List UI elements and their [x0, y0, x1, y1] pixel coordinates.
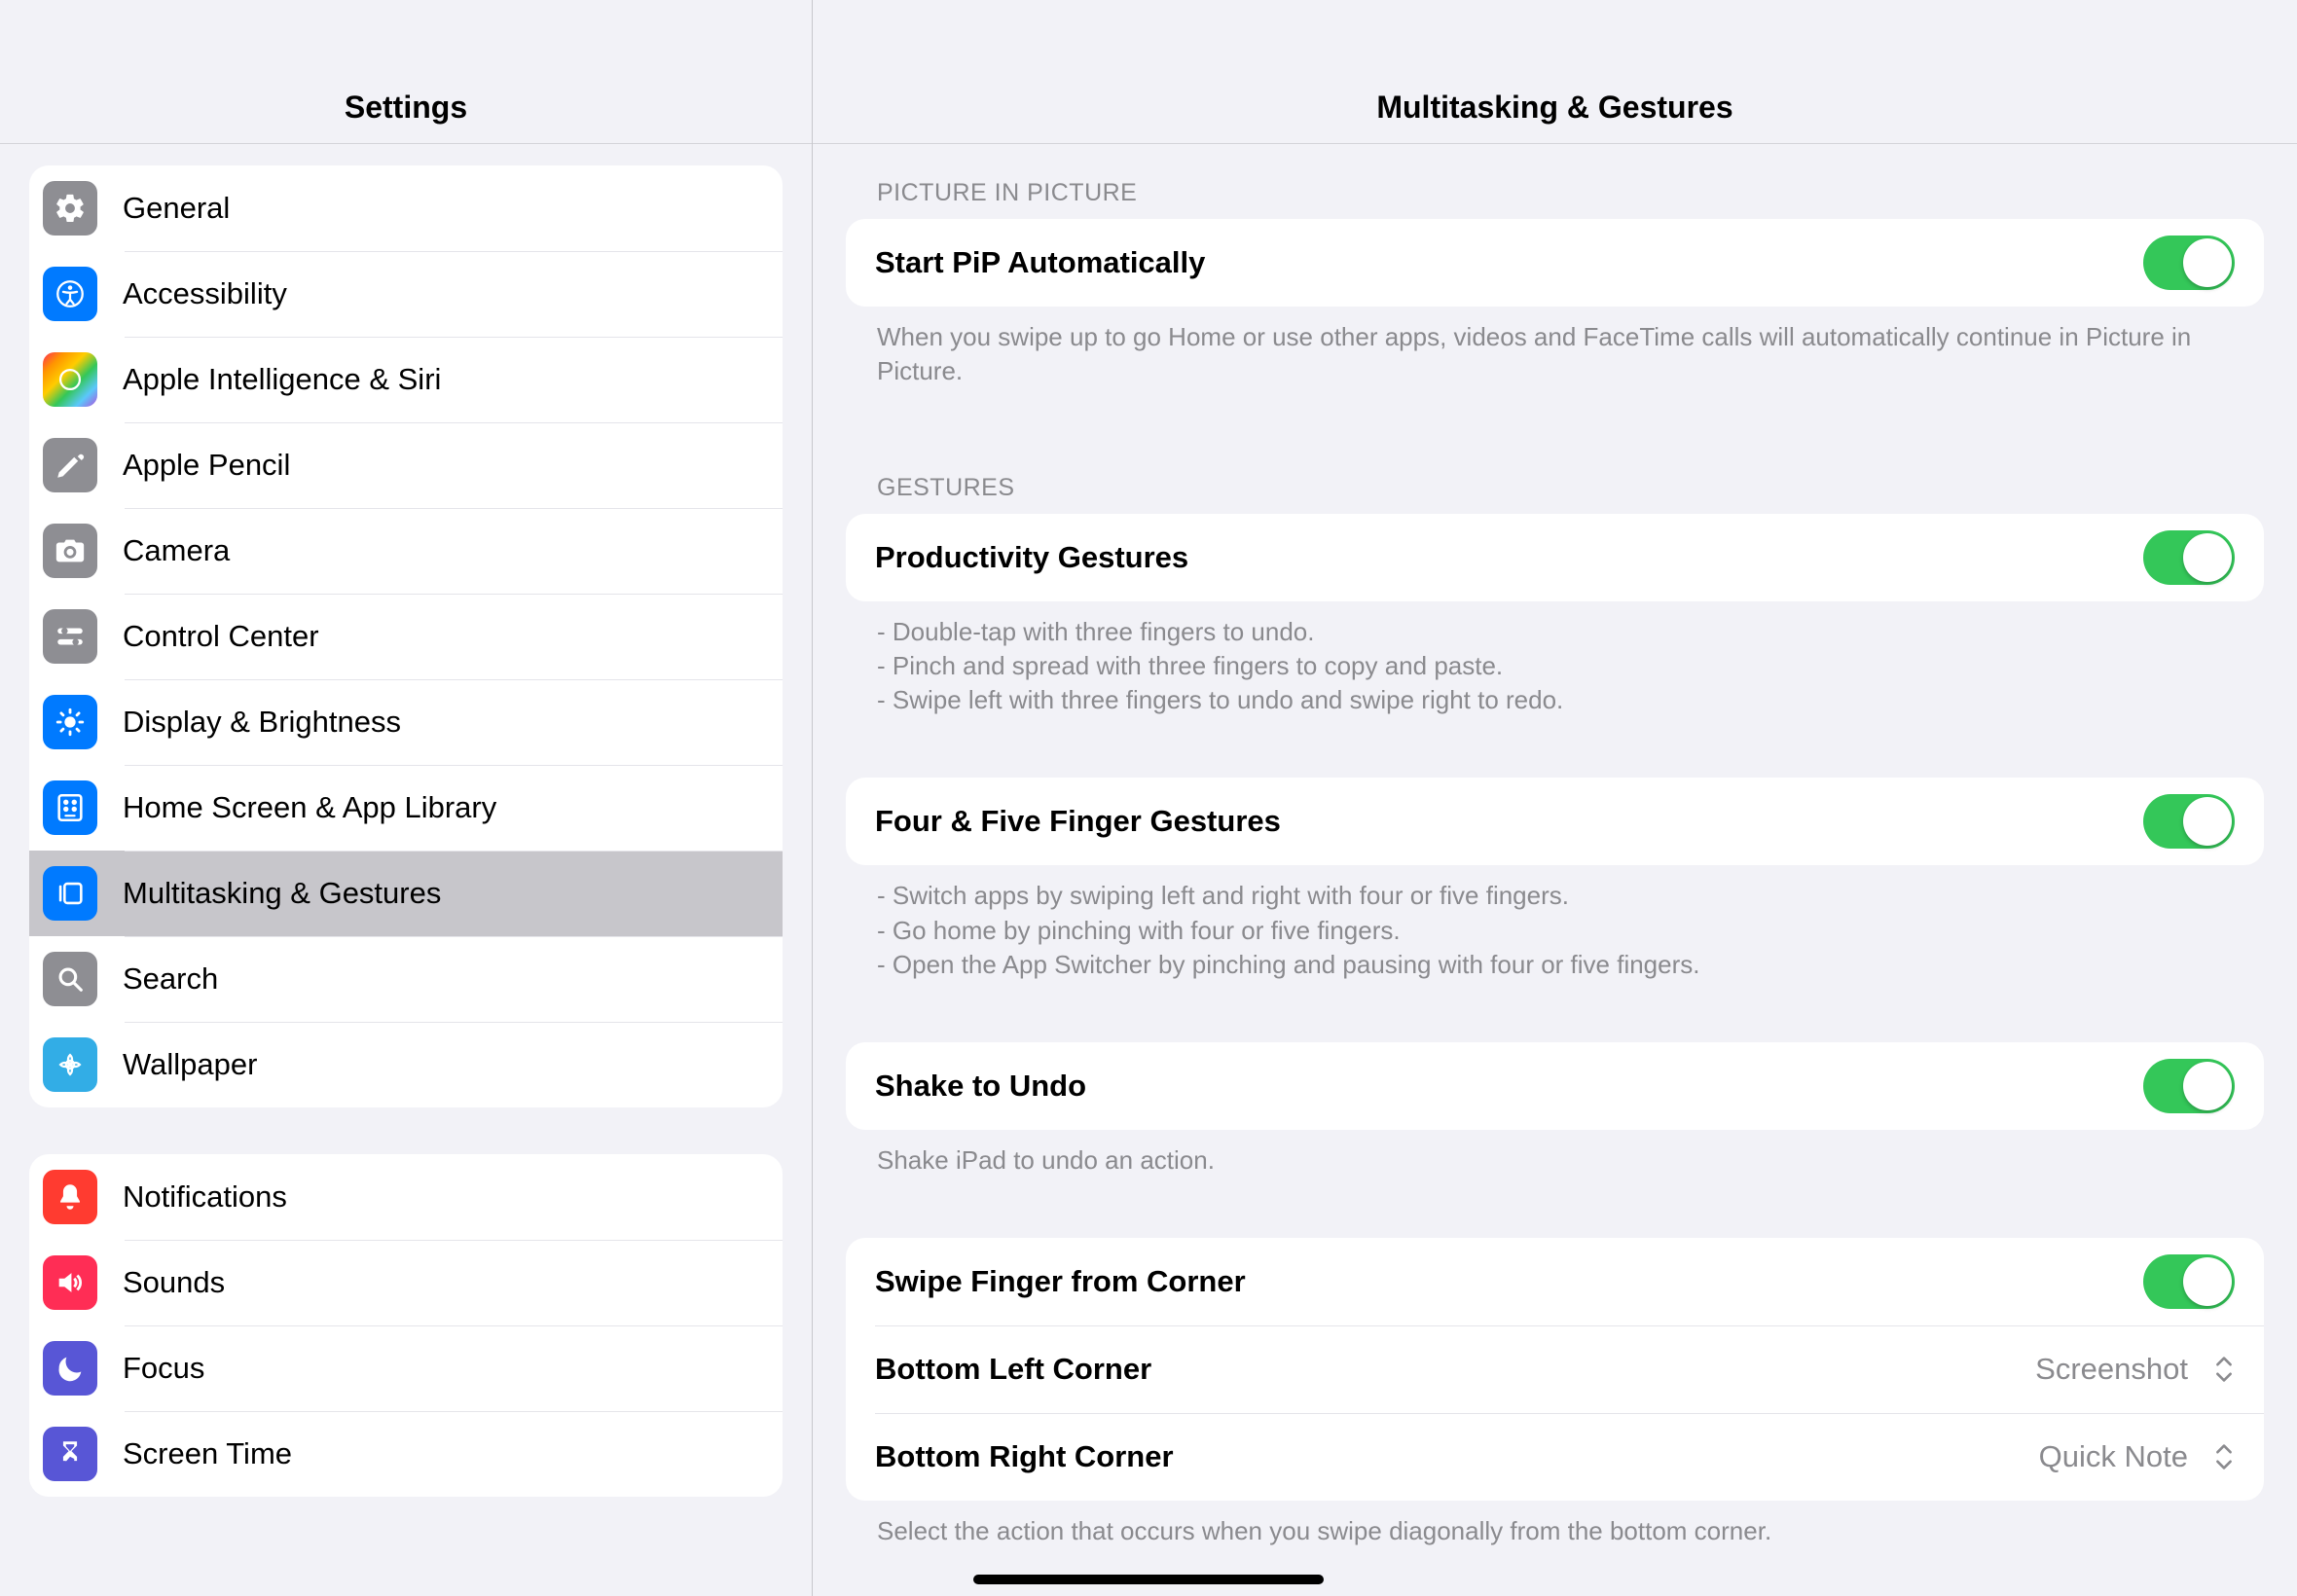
- sidebar-item-general[interactable]: General: [29, 165, 783, 251]
- sidebar-group-2: Notifications Sounds Focus: [29, 1154, 783, 1497]
- shake-card: Shake to Undo: [846, 1042, 2264, 1130]
- row-title: Productivity Gestures: [875, 540, 1188, 575]
- multitasking-icon: [43, 866, 97, 921]
- sidebar-item-notifications[interactable]: Notifications: [29, 1154, 783, 1240]
- section-header-pip: PICTURE IN PICTURE: [846, 154, 2264, 219]
- accessibility-icon: [43, 267, 97, 321]
- sidebar-item-label: Wallpaper: [123, 1047, 257, 1082]
- sidebar-item-accessibility[interactable]: Accessibility: [29, 251, 783, 337]
- gear-icon: [43, 181, 97, 236]
- pencil-icon: [43, 438, 97, 492]
- row-shake: Shake to Undo: [846, 1042, 2264, 1130]
- row-title: Four & Five Finger Gestures: [875, 804, 1281, 839]
- sidebar-item-wallpaper[interactable]: Wallpaper: [29, 1022, 783, 1107]
- fourfive-card: Four & Five Finger Gestures: [846, 778, 2264, 865]
- sidebar-item-apple-intelligence-siri[interactable]: Apple Intelligence & Siri: [29, 337, 783, 422]
- sidebar-item-search[interactable]: Search: [29, 936, 783, 1022]
- sidebar-item-control-center[interactable]: Control Center: [29, 594, 783, 679]
- sidebar-item-label: Home Screen & App Library: [123, 790, 496, 825]
- detail-title-bar: Multitasking & Gestures: [813, 0, 2297, 144]
- toggle-swipe-corner[interactable]: [2143, 1254, 2235, 1309]
- siri-icon: [43, 352, 97, 407]
- row-title: Bottom Left Corner: [875, 1352, 1151, 1387]
- row-four-five: Four & Five Finger Gestures: [846, 778, 2264, 865]
- sidebar-item-multitasking-gestures[interactable]: Multitasking & Gestures: [29, 851, 783, 936]
- sidebar-item-label: Camera: [123, 533, 230, 568]
- sidebar-item-apple-pencil[interactable]: Apple Pencil: [29, 422, 783, 508]
- sidebar-item-label: Apple Intelligence & Siri: [123, 362, 441, 397]
- toggle-four-five[interactable]: [2143, 794, 2235, 849]
- row-title: Shake to Undo: [875, 1069, 1086, 1104]
- section-footer-shake: Shake iPad to undo an action.: [846, 1130, 2264, 1181]
- speaker-icon: [43, 1255, 97, 1310]
- sidebar-item-camera[interactable]: Camera: [29, 508, 783, 594]
- row-value: Quick Note: [2039, 1439, 2188, 1474]
- sliders-icon: [43, 609, 97, 664]
- section-header-gestures: GESTURES: [846, 449, 2264, 514]
- search-icon: [43, 952, 97, 1006]
- sidebar-item-label: Control Center: [123, 619, 319, 654]
- row-productivity: Productivity Gestures: [846, 514, 2264, 601]
- sidebar-item-display-brightness[interactable]: Display & Brightness: [29, 679, 783, 765]
- row-title: Bottom Right Corner: [875, 1439, 1174, 1474]
- camera-icon: [43, 524, 97, 578]
- sidebar-item-label: Notifications: [123, 1179, 287, 1215]
- sidebar-item-label: Apple Pencil: [123, 448, 290, 483]
- updown-chevron-icon: [2213, 1443, 2235, 1470]
- sidebar-item-sounds[interactable]: Sounds: [29, 1240, 783, 1325]
- row-value: Screenshot: [2035, 1352, 2188, 1387]
- sidebar-item-label: Display & Brightness: [123, 705, 401, 740]
- section-footer-corner: Select the action that occurs when you s…: [846, 1501, 2264, 1552]
- sidebar-pane: Settings General Accessibility: [0, 0, 813, 1596]
- productivity-card: Productivity Gestures: [846, 514, 2264, 601]
- toggle-shake[interactable]: [2143, 1059, 2235, 1113]
- home-grid-icon: [43, 780, 97, 835]
- sidebar-item-label: General: [123, 191, 230, 226]
- home-indicator: [973, 1575, 1324, 1584]
- row-bottom-left[interactable]: Bottom Left Corner Screenshot: [846, 1325, 2264, 1413]
- hourglass-icon: [43, 1427, 97, 1481]
- row-bottom-right[interactable]: Bottom Right Corner Quick Note: [846, 1413, 2264, 1501]
- sidebar-item-home-screen[interactable]: Home Screen & App Library: [29, 765, 783, 851]
- sidebar-item-label: Screen Time: [123, 1436, 292, 1471]
- pip-card: Start PiP Automatically: [846, 219, 2264, 307]
- section-footer-four-five: - Switch apps by swiping left and right …: [846, 865, 2264, 985]
- section-footer-pip: When you swipe up to go Home or use othe…: [846, 307, 2264, 392]
- sidebar-item-screen-time[interactable]: Screen Time: [29, 1411, 783, 1497]
- sidebar-title: Settings: [345, 90, 467, 126]
- toggle-productivity[interactable]: [2143, 530, 2235, 585]
- sidebar-item-label: Multitasking & Gestures: [123, 876, 441, 911]
- detail-title: Multitasking & Gestures: [1376, 90, 1732, 126]
- sidebar-group-1: General Accessibility Apple Intelligence…: [29, 165, 783, 1107]
- sun-icon: [43, 695, 97, 749]
- sidebar-title-bar: Settings: [0, 0, 812, 144]
- sidebar-item-label: Accessibility: [123, 276, 287, 311]
- updown-chevron-icon: [2213, 1356, 2235, 1383]
- sidebar-item-label: Search: [123, 961, 218, 997]
- row-start-pip: Start PiP Automatically: [846, 219, 2264, 307]
- detail-pane: Multitasking & Gestures PICTURE IN PICTU…: [813, 0, 2297, 1596]
- wallpaper-icon: [43, 1037, 97, 1092]
- sidebar-item-label: Sounds: [123, 1265, 225, 1300]
- sidebar-item-label: Focus: [123, 1351, 204, 1386]
- corner-card: Swipe Finger from Corner Bottom Left Cor…: [846, 1238, 2264, 1501]
- row-swipe-corner: Swipe Finger from Corner: [846, 1238, 2264, 1325]
- row-title: Start PiP Automatically: [875, 245, 1205, 280]
- toggle-start-pip[interactable]: [2143, 236, 2235, 290]
- bell-icon: [43, 1170, 97, 1224]
- moon-icon: [43, 1341, 97, 1396]
- section-footer-productivity: - Double-tap with three fingers to undo.…: [846, 601, 2264, 721]
- sidebar-item-focus[interactable]: Focus: [29, 1325, 783, 1411]
- row-title: Swipe Finger from Corner: [875, 1264, 1246, 1299]
